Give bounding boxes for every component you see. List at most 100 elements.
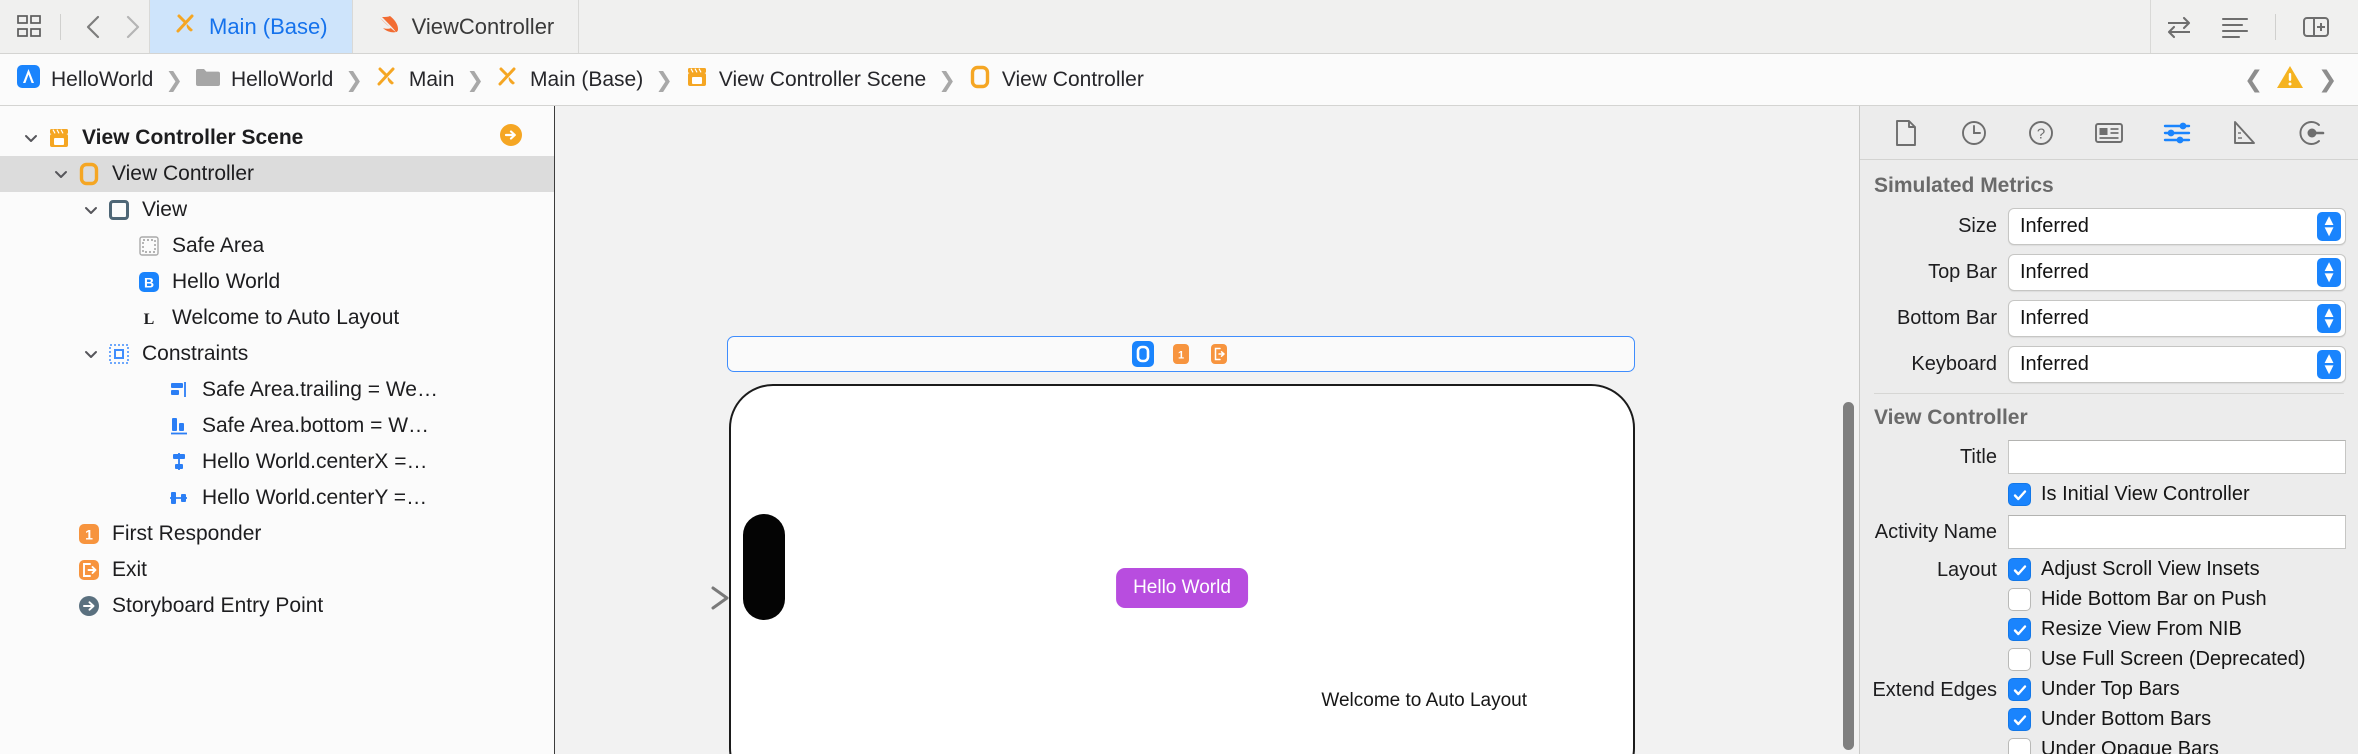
resize-view-from-nib-checkbox[interactable]: Resize View From NIB bbox=[2008, 618, 2346, 641]
bottom-bar-popup[interactable]: Inferred ▲▼ bbox=[2008, 300, 2346, 337]
tab-main-base[interactable]: Main (Base) bbox=[149, 0, 353, 53]
layout-checkbox-group: Adjust Scroll View Insets Hide Bottom Ba… bbox=[2008, 558, 2346, 678]
file-inspector-tab[interactable] bbox=[1884, 113, 1928, 153]
view-controller-icon bbox=[968, 65, 992, 95]
chevron-updown-icon[interactable]: ▲▼ bbox=[2317, 212, 2341, 241]
inspector-content: Simulated Metrics Size Inferred ▲▼ Top B… bbox=[1860, 160, 2358, 754]
breadcrumb-label: View Controller bbox=[1002, 68, 1144, 92]
app-project-icon bbox=[16, 64, 41, 95]
adjust-scroll-view-insets-checkbox[interactable]: Adjust Scroll View Insets bbox=[2008, 558, 2346, 581]
outline-label: Hello World bbox=[172, 270, 280, 294]
breadcrumb-item-project[interactable]: HelloWorld bbox=[16, 64, 153, 95]
is-initial-view-controller-checkbox[interactable]: Is Initial View Controller bbox=[2008, 483, 2250, 506]
outline-row-view[interactable]: View bbox=[0, 192, 554, 228]
chevron-left-icon[interactable]: ❮ bbox=[2244, 66, 2262, 93]
swift-icon bbox=[377, 12, 401, 42]
breadcrumb-item-main-base[interactable]: Main (Base) bbox=[496, 65, 643, 95]
chevron-right-icon[interactable] bbox=[115, 10, 149, 44]
tab-viewcontroller[interactable]: ViewController bbox=[353, 0, 580, 53]
dock-view-controller[interactable] bbox=[1132, 341, 1154, 367]
checkbox-label: Use Full Screen (Deprecated) bbox=[2041, 648, 2306, 671]
attributes-inspector-tab[interactable] bbox=[2155, 113, 2199, 153]
checkmark-icon bbox=[2008, 558, 2031, 581]
extend-edges-label: Extend Edges bbox=[1860, 678, 2008, 702]
disclosure-triangle-icon[interactable] bbox=[18, 130, 44, 146]
breadcrumb-item-folder[interactable]: HelloWorld bbox=[195, 66, 333, 94]
size-inspector-tab[interactable] bbox=[2222, 113, 2266, 153]
breadcrumb-label: HelloWorld bbox=[231, 68, 333, 92]
device-preview[interactable]: Hello World Welcome to Auto Layout bbox=[729, 384, 1635, 754]
under-bottom-bars-checkbox[interactable]: Under Bottom Bars bbox=[2008, 708, 2346, 731]
outline-row-view-controller-scene[interactable]: View Controller Scene bbox=[0, 120, 554, 156]
outline-row-constraint-centery[interactable]: Hello World.centerY =… bbox=[0, 480, 554, 516]
safe-area-icon bbox=[134, 235, 164, 257]
title-row: Title bbox=[1860, 440, 2358, 474]
size-label: Size bbox=[1860, 215, 2008, 238]
scene-dock[interactable]: 1 bbox=[727, 336, 1635, 372]
warning-triangle-icon[interactable] bbox=[2276, 64, 2304, 95]
outline-row-constraint-centerx[interactable]: Hello World.centerX =… bbox=[0, 444, 554, 480]
dock-first-responder[interactable]: 1 bbox=[1170, 341, 1192, 367]
outline-row-safe-area[interactable]: Safe Area bbox=[0, 228, 554, 264]
storyboard-canvas[interactable]: 1 Hello World Welcome to Auto Layout bbox=[555, 106, 1860, 754]
outline-label: View Controller Scene bbox=[82, 126, 303, 150]
checkbox-label: Under Bottom Bars bbox=[2041, 708, 2211, 731]
quick-help-inspector-tab[interactable]: ? bbox=[2019, 113, 2063, 153]
top-bar-label: Top Bar bbox=[1860, 261, 2008, 284]
lines-icon[interactable] bbox=[2207, 0, 2263, 54]
bottom-bar-label: Bottom Bar bbox=[1860, 307, 2008, 330]
chevron-left-icon[interactable] bbox=[77, 10, 111, 44]
hello-world-button[interactable]: Hello World bbox=[1116, 568, 1248, 608]
breadcrumb-item-scene[interactable]: View Controller Scene bbox=[685, 65, 926, 95]
checkbox-label: Resize View From NIB bbox=[2041, 618, 2242, 641]
chevron-updown-icon[interactable]: ▲▼ bbox=[2317, 350, 2341, 379]
history-inspector-tab[interactable] bbox=[1952, 113, 1996, 153]
welcome-label[interactable]: Welcome to Auto Layout bbox=[1321, 690, 1527, 712]
entry-point-arrow-icon bbox=[610, 586, 730, 610]
hide-bottom-bar-on-push-checkbox[interactable]: Hide Bottom Bar on Push bbox=[2008, 588, 2346, 611]
view-controller-heading: View Controller bbox=[1860, 406, 2358, 440]
grid-icon[interactable] bbox=[14, 12, 44, 42]
under-top-bars-checkbox[interactable]: Under Top Bars bbox=[2008, 678, 2346, 701]
outline-row-constraints[interactable]: Constraints bbox=[0, 336, 554, 372]
outline-row-view-controller[interactable]: View Controller bbox=[0, 156, 554, 192]
storyboard-icon bbox=[375, 65, 399, 95]
disclosure-triangle-icon[interactable] bbox=[78, 346, 104, 362]
breadcrumb-item-view-controller[interactable]: View Controller bbox=[968, 65, 1144, 95]
chevron-updown-icon[interactable]: ▲▼ bbox=[2317, 304, 2341, 333]
chevron-right-icon[interactable]: ❯ bbox=[2318, 66, 2336, 93]
entry-point-badge[interactable] bbox=[498, 122, 524, 154]
disclosure-triangle-icon[interactable] bbox=[48, 166, 74, 182]
identity-inspector-tab[interactable] bbox=[2087, 113, 2131, 153]
breadcrumb-label: HelloWorld bbox=[51, 68, 153, 92]
outline-row-first-responder[interactable]: 1 First Responder bbox=[0, 516, 554, 552]
outline-row-exit[interactable]: Exit bbox=[0, 552, 554, 588]
disclosure-triangle-icon[interactable] bbox=[78, 202, 104, 218]
keyboard-popup[interactable]: Inferred ▲▼ bbox=[2008, 346, 2346, 383]
attributes-inspector: ? bbox=[1860, 106, 2358, 754]
editor-tab-bar: Main (Base) ViewController bbox=[0, 0, 2358, 54]
canvas-vertical-scrollbar[interactable] bbox=[1843, 402, 1854, 750]
chevron-updown-icon[interactable]: ▲▼ bbox=[2317, 258, 2341, 287]
checkmark-icon bbox=[2008, 708, 2031, 731]
use-full-screen-checkbox[interactable]: Use Full Screen (Deprecated) bbox=[2008, 648, 2346, 671]
outline-row-storyboard-entry-point[interactable]: Storyboard Entry Point bbox=[0, 588, 554, 624]
folder-icon bbox=[195, 66, 221, 94]
breadcrumb-item-main[interactable]: Main bbox=[375, 65, 455, 95]
top-bar-popup[interactable]: Inferred ▲▼ bbox=[2008, 254, 2346, 291]
svg-text:1: 1 bbox=[85, 527, 93, 543]
connections-inspector-tab[interactable] bbox=[2290, 113, 2334, 153]
dock-exit[interactable] bbox=[1208, 341, 1230, 367]
svg-text:L: L bbox=[144, 311, 155, 328]
outline-row-constraint-bottom[interactable]: Safe Area.bottom = W… bbox=[0, 408, 554, 444]
outline-row-hello-world[interactable]: B Hello World bbox=[0, 264, 554, 300]
size-popup[interactable]: Inferred ▲▼ bbox=[2008, 208, 2346, 245]
swap-arrows-icon[interactable] bbox=[2151, 0, 2207, 54]
title-input[interactable] bbox=[2008, 440, 2346, 474]
tab-label: ViewController bbox=[412, 14, 555, 40]
under-opaque-bars-checkbox[interactable]: Under Opaque Bars bbox=[2008, 738, 2346, 754]
outline-row-welcome-label[interactable]: L Welcome to Auto Layout bbox=[0, 300, 554, 336]
panel-right-icon[interactable] bbox=[2288, 0, 2344, 54]
outline-row-constraint-trailing[interactable]: Safe Area.trailing = We… bbox=[0, 372, 554, 408]
activity-name-input[interactable] bbox=[2008, 515, 2346, 549]
